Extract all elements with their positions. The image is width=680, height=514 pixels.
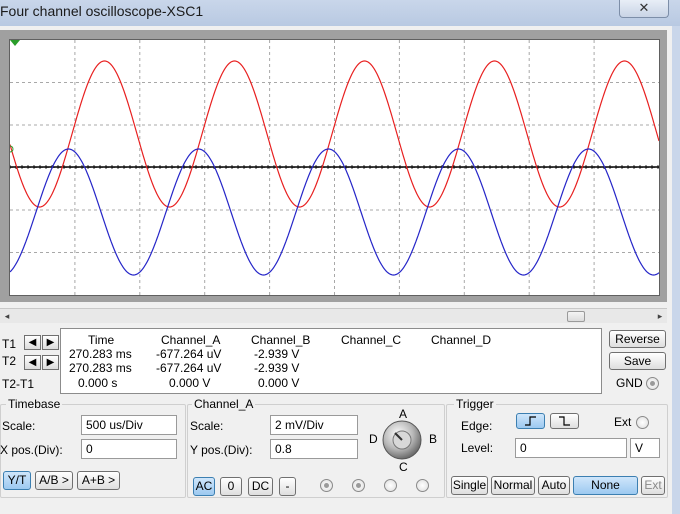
t2-label: T2	[2, 354, 17, 368]
header-channel-a: Channel_A	[161, 333, 221, 347]
channel-scale-field[interactable]: 2 mV/Div	[270, 415, 358, 435]
gnd-label: GND	[616, 376, 643, 390]
ext-trigger-button[interactable]: Ext	[641, 476, 665, 495]
ac-coupling-button[interactable]: AC	[193, 477, 215, 496]
t1-time: 270.283 ms	[69, 347, 132, 361]
horizontal-scrollbar[interactable]: ◂ ▸	[0, 308, 667, 323]
falling-edge-button[interactable]	[550, 413, 579, 429]
knob-label-c: C	[399, 460, 408, 474]
scroll-left-icon[interactable]: ◂	[0, 309, 14, 324]
timebase-title: Timebase	[6, 397, 63, 411]
level-label: Level:	[461, 441, 494, 455]
close-icon: ✕	[638, 0, 650, 15]
scope-display	[10, 40, 659, 295]
channel-radio-1[interactable]	[320, 479, 333, 492]
t2t1-label: T2-T1	[2, 377, 35, 391]
close-button[interactable]: ✕	[619, 0, 669, 18]
timebase-scale-field[interactable]: 500 us/Div	[81, 415, 177, 435]
cursor-readout-table: Time Channel_A Channel_B Channel_C Chann…	[60, 328, 602, 394]
header-channel-d: Channel_D	[431, 333, 492, 347]
header-time: Time	[88, 333, 115, 347]
window-edge	[672, 26, 680, 514]
rising-edge-button[interactable]	[516, 413, 545, 429]
gnd-radio[interactable]	[646, 377, 659, 390]
scroll-right-icon[interactable]: ▸	[653, 309, 667, 324]
header-channel-c: Channel_C	[341, 333, 402, 347]
t2-right-arrow-icon[interactable]: ▶	[42, 355, 59, 370]
auto-trigger-button[interactable]: Auto	[538, 476, 570, 495]
channel-scale-label: Scale:	[190, 419, 224, 433]
trigger-title: Trigger	[454, 397, 496, 411]
single-trigger-button[interactable]: Single	[451, 476, 488, 495]
zero-coupling-button[interactable]: 0	[220, 477, 242, 496]
t2t1-time: 0.000 s	[78, 376, 118, 390]
t2-channel-a: -677.264 uV	[156, 361, 222, 375]
t2-time: 270.283 ms	[69, 361, 132, 375]
t1-right-arrow-icon[interactable]: ▶	[42, 335, 59, 350]
ext-radio[interactable]	[636, 416, 649, 429]
trigger-marker-icon	[10, 40, 20, 46]
dc-coupling-button[interactable]: DC	[248, 477, 273, 496]
edge-label: Edge:	[461, 419, 493, 433]
normal-trigger-button[interactable]: Normal	[491, 476, 535, 495]
channel-radio-2[interactable]	[352, 479, 365, 492]
channel-selector-knob-icon[interactable]	[381, 419, 423, 461]
t2-left-arrow-icon[interactable]: ◀	[24, 355, 41, 370]
t1-label: T1	[2, 337, 17, 351]
title-bar: Four channel oscilloscope-XSC1 ✕	[0, 0, 680, 26]
channel-radio-3[interactable]	[384, 479, 397, 492]
t2t1-channel-a: 0.000 V	[169, 376, 211, 390]
ext-label: Ext	[614, 415, 632, 429]
t1-left-arrow-icon[interactable]: ◀	[24, 335, 41, 350]
t2-channel-b: -2.939 V	[254, 361, 300, 375]
a-plus-b-mode-button[interactable]: A+B >	[77, 471, 120, 490]
xpos-label: X pos.(Div):	[0, 443, 63, 457]
knob-label-d: D	[369, 432, 378, 446]
t1-channel-b: -2.939 V	[254, 347, 300, 361]
ypos-label: Y pos.(Div):	[190, 443, 253, 457]
level-field[interactable]: 0	[515, 438, 627, 458]
ab-mode-button[interactable]: A/B >	[35, 471, 73, 490]
window-title: Four channel oscilloscope-XSC1	[0, 3, 204, 19]
knob-label-b: B	[429, 432, 438, 446]
t2t1-channel-b: 0.000 V	[258, 376, 300, 390]
header-channel-b: Channel_B	[251, 333, 311, 347]
timebase-scale-label: Scale:	[2, 419, 36, 433]
ypos-field[interactable]: 0.8	[270, 439, 358, 459]
t1-channel-a: -677.264 uV	[156, 347, 222, 361]
level-unit-field[interactable]: V	[630, 438, 660, 458]
oscilloscope-screen[interactable]	[9, 39, 660, 296]
reverse-button[interactable]: Reverse	[609, 330, 666, 348]
minus-button[interactable]: -	[279, 477, 296, 496]
xpos-field[interactable]: 0	[81, 439, 177, 459]
yt-mode-button[interactable]: Y/T	[3, 471, 31, 490]
save-button[interactable]: Save	[609, 352, 666, 370]
channel-radio-4[interactable]	[416, 479, 429, 492]
none-trigger-button[interactable]: None	[573, 476, 638, 495]
rising-edge-icon	[525, 416, 536, 426]
channel-title: Channel_A	[192, 397, 256, 411]
falling-edge-icon	[559, 416, 570, 426]
scroll-thumb[interactable]	[567, 311, 585, 322]
